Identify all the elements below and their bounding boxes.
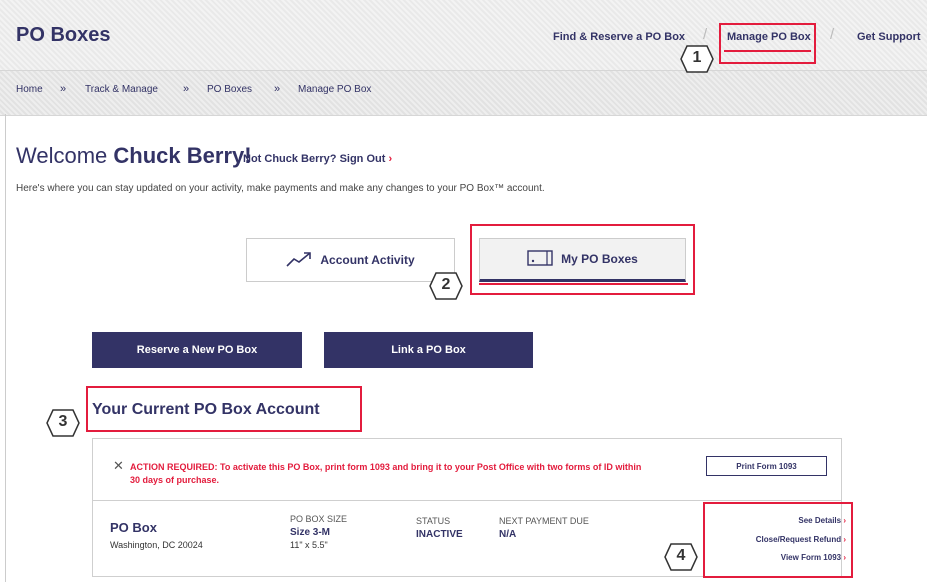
callout-number: 1: [692, 49, 702, 66]
content-border: [5, 114, 6, 582]
breadcrumb-manage-po-box: Manage PO Box: [298, 84, 372, 95]
highlight-box: [86, 386, 362, 432]
breadcrumb-track-manage[interactable]: Track & Manage: [85, 84, 158, 95]
highlight-underline: [479, 283, 688, 285]
nav-get-support[interactable]: Get Support: [857, 31, 921, 43]
po-box-name: PO Box: [110, 520, 157, 535]
page-title: PO Boxes: [16, 24, 111, 46]
callout-number: 2: [441, 276, 451, 293]
tab-account-activity-label: Account Activity: [320, 253, 415, 267]
nav-find-reserve[interactable]: Find & Reserve a PO Box: [553, 31, 685, 43]
card-divider: [92, 500, 842, 501]
callout-number: 4: [676, 547, 686, 564]
breadcrumb-po-boxes[interactable]: PO Boxes: [207, 84, 252, 95]
breadcrumb-separator: »: [183, 83, 190, 95]
size-dimensions: 11" x 5.5": [290, 540, 328, 550]
chevron-right-icon: ›: [388, 153, 393, 165]
link-po-box-button[interactable]: Link a PO Box: [324, 332, 533, 368]
breadcrumb-separator: »: [274, 83, 281, 95]
size-value: Size 3-M: [290, 527, 331, 538]
print-form-button[interactable]: Print Form 1093: [706, 456, 827, 476]
reserve-new-po-box-button[interactable]: Reserve a New PO Box: [92, 332, 302, 368]
status-value: INACTIVE: [416, 529, 463, 540]
close-icon[interactable]: ✕: [113, 458, 124, 474]
welcome-greeting: Welcome: [16, 143, 108, 168]
intro-text: Here's where you can stay updated on you…: [16, 183, 545, 194]
action-required-alert: ACTION REQUIRED: To activate this PO Box…: [130, 462, 642, 485]
welcome-heading: Welcome Chuck Berry!: [16, 143, 252, 169]
payment-value: N/A: [499, 529, 517, 540]
sign-out-link[interactable]: Not Chuck Berry? Sign Out ›: [243, 153, 392, 165]
trend-up-icon: [286, 251, 312, 270]
nav-divider: /: [830, 26, 835, 43]
nav-divider: /: [703, 26, 708, 43]
payment-label: NEXT PAYMENT DUE: [499, 516, 589, 526]
tab-account-activity[interactable]: Account Activity: [246, 238, 455, 282]
breadcrumb-separator: »: [60, 83, 67, 95]
sign-out-label: Not Chuck Berry? Sign Out: [243, 153, 386, 165]
po-box-location: Washington, DC 20024: [110, 540, 203, 550]
status-label: STATUS: [416, 516, 451, 526]
highlight-box: [719, 23, 816, 64]
breadcrumb-home[interactable]: Home: [16, 84, 43, 95]
highlight-box: [703, 502, 853, 578]
callout-number: 3: [58, 413, 68, 430]
size-label: PO BOX SIZE: [290, 514, 348, 524]
user-name: Chuck Berry!: [113, 143, 252, 168]
